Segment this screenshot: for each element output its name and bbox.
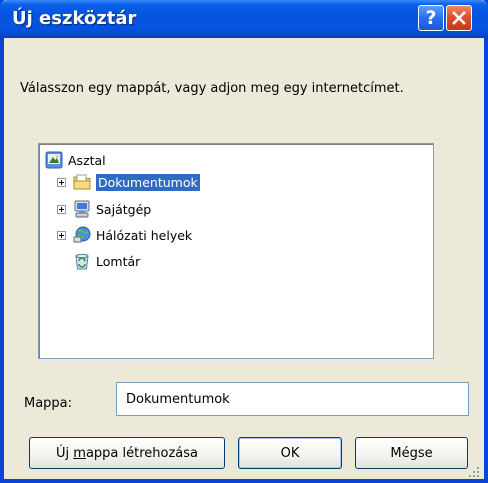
tree-item-recycle-bin[interactable]: Lomtár <box>73 250 140 272</box>
tree-item-label: Asztal <box>68 152 106 168</box>
close-button[interactable] <box>446 5 472 31</box>
ok-button[interactable]: OK <box>238 437 342 469</box>
ok-label: OK <box>280 445 300 461</box>
cancel-label: Mégse <box>390 445 433 461</box>
help-button[interactable]: ? <box>418 5 444 31</box>
tree-item-label: Sajátgép <box>96 201 152 217</box>
tree-item-label: Dokumentumok <box>96 173 200 191</box>
tree-item-documents[interactable]: Dokumentumok <box>57 171 200 193</box>
expand-icon[interactable] <box>57 177 66 187</box>
folder-label: Mappa: <box>24 396 73 411</box>
new-folder-label-post: appa létrehozása <box>85 445 198 461</box>
cancel-button[interactable]: Mégse <box>355 437 468 469</box>
expand-icon[interactable] <box>57 204 66 214</box>
network-places-icon <box>73 226 91 243</box>
instruction-text: Válasszon egy mappát, vagy adjon meg egy… <box>20 81 404 96</box>
folder-tree[interactable]: Asztal Dokumentumok Sajátgép Hálózati he… <box>38 143 434 359</box>
tree-item-my-computer[interactable]: Sajátgép <box>57 198 151 220</box>
desktop-icon <box>45 151 63 169</box>
new-folder-label-pre: Új <box>56 445 74 461</box>
tree-item-label: Hálózati helyek <box>96 227 193 243</box>
help-icon: ? <box>425 7 437 29</box>
tree-item-label: Lomtár <box>96 253 141 269</box>
tree-item-desktop[interactable]: Asztal <box>45 149 106 171</box>
folder-documents-icon <box>73 174 91 190</box>
tree-item-network-places[interactable]: Hálózati helyek <box>57 224 192 246</box>
resize-grip-icon[interactable] <box>468 466 480 478</box>
title-bar[interactable]: Új eszköztár ? <box>0 0 488 38</box>
new-folder-accel: m <box>73 445 86 461</box>
recycle-bin-icon <box>75 253 89 270</box>
close-icon <box>452 11 466 25</box>
my-computer-icon <box>74 200 90 218</box>
new-folder-button[interactable]: Új m appa létrehozása <box>29 437 225 469</box>
expand-icon[interactable] <box>57 230 66 240</box>
folder-input[interactable] <box>116 382 469 416</box>
window-title: Új eszköztár <box>12 8 137 29</box>
